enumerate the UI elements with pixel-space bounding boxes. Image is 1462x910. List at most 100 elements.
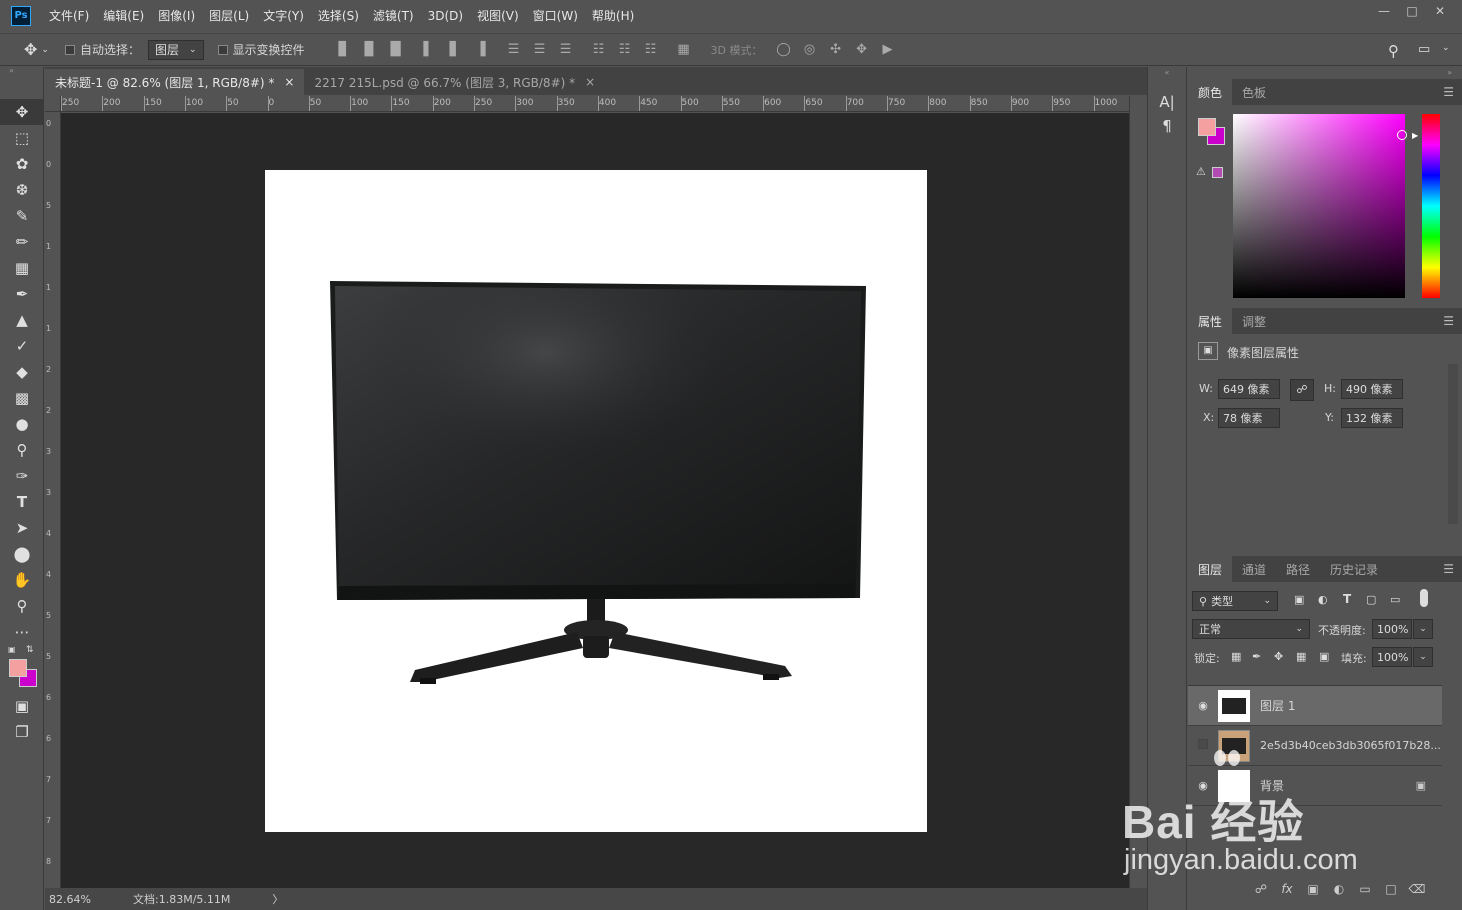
- align-right-icon[interactable]: ▐: [473, 42, 489, 58]
- align-hcenter-icon[interactable]: ▋: [447, 42, 463, 58]
- type-tool-icon[interactable]: T: [0, 489, 44, 515]
- panel-menu-icon[interactable]: ☰: [1443, 85, 1454, 99]
- foreground-color-swatch[interactable]: [1198, 118, 1216, 136]
- ruler-origin[interactable]: [45, 96, 61, 112]
- panel-menu-icon[interactable]: ☰: [1443, 562, 1454, 576]
- layer-row-background[interactable]: ◉ 背景 ▣: [1188, 766, 1442, 806]
- paragraph-panel-icon[interactable]: ¶: [1148, 117, 1186, 135]
- tab-untitled-1[interactable]: 未标题-1 @ 82.6% (图层 1, RGB/8#) * ×: [45, 69, 305, 95]
- frame-tool-icon[interactable]: ▦: [0, 255, 44, 281]
- history-brush-tool-icon[interactable]: ✓: [0, 333, 44, 359]
- new-group-icon[interactable]: ▭: [1352, 882, 1378, 896]
- minimize-icon[interactable]: —: [1370, 2, 1398, 20]
- eye-icon[interactable]: ◉: [1188, 779, 1218, 792]
- menu-help[interactable]: 帮助(H): [592, 7, 634, 24]
- align-top-icon[interactable]: ▊: [336, 42, 352, 58]
- vertical-scrollbar[interactable]: [1129, 96, 1145, 888]
- close-icon[interactable]: ✕: [1426, 2, 1454, 20]
- menu-file[interactable]: 文件(F): [49, 7, 89, 24]
- panel-menu-icon[interactable]: ☰: [1443, 314, 1454, 328]
- workspace-icon[interactable]: ▭: [1418, 42, 1430, 57]
- trash-icon[interactable]: ⌫: [1404, 882, 1430, 896]
- tab-channels[interactable]: 通道: [1232, 556, 1276, 582]
- zoom-level[interactable]: 82.64%: [49, 893, 129, 906]
- menu-view[interactable]: 视图(V): [477, 7, 519, 24]
- distribute-top-icon[interactable]: ☰: [506, 42, 522, 58]
- quick-select-tool-icon[interactable]: ❆: [0, 177, 44, 203]
- move-tool-icon[interactable]: ✥: [24, 40, 37, 59]
- add-mask-icon[interactable]: ▣: [1300, 882, 1326, 896]
- auto-select-dropdown[interactable]: 图层 ⌄: [147, 39, 204, 60]
- close-icon[interactable]: ×: [284, 75, 294, 89]
- crop-tool-icon[interactable]: ✎: [0, 203, 44, 229]
- 3d-pan-icon[interactable]: ✣: [828, 42, 844, 58]
- eye-icon[interactable]: ◉: [1188, 699, 1218, 712]
- more-tools-icon[interactable]: ⋯: [0, 619, 44, 645]
- collapse-icon[interactable]: »: [0, 67, 43, 75]
- y-field[interactable]: 132 像素: [1341, 408, 1403, 428]
- link-layers-icon[interactable]: ☍: [1248, 882, 1274, 896]
- eyedropper-tool-icon[interactable]: ✏: [0, 229, 44, 255]
- foreground-color-swatch[interactable]: [9, 659, 27, 677]
- width-field[interactable]: 649 像素: [1218, 379, 1280, 399]
- show-transform-checkbox[interactable]: [217, 44, 228, 55]
- align-bottom-icon[interactable]: █: [388, 42, 404, 58]
- opacity-field[interactable]: 100%: [1372, 619, 1412, 639]
- filter-toggle[interactable]: [1420, 589, 1428, 607]
- 3d-slide-icon[interactable]: ✥: [854, 42, 870, 58]
- tab-color[interactable]: 颜色: [1188, 79, 1233, 105]
- lock-transparency-icon[interactable]: ▦: [1231, 650, 1241, 663]
- tab-swatches[interactable]: 色板: [1232, 79, 1276, 105]
- filter-adjustment-icon[interactable]: ◐: [1318, 593, 1328, 606]
- distribute-vcenter-icon[interactable]: ☰: [532, 42, 548, 58]
- hand-tool-icon[interactable]: ✋: [0, 567, 44, 593]
- menu-select[interactable]: 选择(S): [318, 7, 359, 24]
- swap-colors-icon[interactable]: ⇅: [26, 645, 34, 655]
- path-select-tool-icon[interactable]: ➤: [0, 515, 44, 541]
- menu-3d[interactable]: 3D(D): [428, 9, 463, 23]
- blend-mode-dropdown[interactable]: 正常 ⌄: [1192, 619, 1310, 639]
- tab-paths[interactable]: 路径: [1276, 556, 1320, 582]
- vertical-ruler[interactable]: 0 0 5 1 1 1 2 2 3 3 4 4 5 5 6 6 7 7 8: [45, 112, 61, 888]
- layer-row-layer-1[interactable]: ◉ 图层 1: [1188, 686, 1442, 726]
- chevron-down-icon[interactable]: ⌄: [1413, 619, 1433, 639]
- auto-select-checkbox[interactable]: [64, 44, 75, 55]
- chevron-down-icon[interactable]: ⌄: [1413, 647, 1433, 667]
- search-icon[interactable]: ⚲: [1388, 42, 1399, 60]
- color-picker-cursor[interactable]: [1397, 130, 1407, 140]
- fill-field[interactable]: 100%: [1372, 647, 1412, 667]
- filter-shape-icon[interactable]: ▢: [1366, 593, 1376, 606]
- ellipse-tool-icon[interactable]: ⬤: [0, 541, 44, 567]
- gamut-warning-icon[interactable]: ⚠: [1196, 165, 1206, 178]
- filter-pixel-icon[interactable]: ▣: [1294, 593, 1304, 606]
- marquee-tool-icon[interactable]: ⬚: [0, 125, 44, 151]
- move-tool-icon[interactable]: ✥: [0, 99, 44, 125]
- align-vcenter-icon[interactable]: ▉: [362, 42, 378, 58]
- menu-type[interactable]: 文字(Y): [263, 7, 304, 24]
- gamut-color-swatch[interactable]: [1212, 167, 1223, 178]
- maximize-icon[interactable]: □: [1398, 2, 1426, 20]
- hue-slider-arrow-icon[interactable]: ▶: [1412, 131, 1418, 140]
- tab-history[interactable]: 历史记录: [1320, 556, 1388, 582]
- gradient-tool-icon[interactable]: ▩: [0, 385, 44, 411]
- new-layer-icon[interactable]: □: [1378, 882, 1404, 896]
- 3d-roll-icon[interactable]: ◎: [802, 42, 818, 58]
- lock-image-icon[interactable]: ✒: [1252, 650, 1261, 663]
- stamp-tool-icon[interactable]: ▲: [0, 307, 44, 333]
- align-left-icon[interactable]: ▌: [421, 42, 437, 58]
- x-field[interactable]: 78 像素: [1218, 408, 1280, 428]
- pen-tool-icon[interactable]: ✑: [0, 463, 44, 489]
- zoom-tool-icon[interactable]: ⚲: [0, 593, 44, 619]
- tab-layers[interactable]: 图层: [1188, 556, 1233, 582]
- lock-position-icon[interactable]: ✥: [1274, 650, 1283, 663]
- collapse-icon[interactable]: «: [1148, 67, 1186, 79]
- lasso-tool-icon[interactable]: ✿: [0, 151, 44, 177]
- dodge-tool-icon[interactable]: ⚲: [0, 437, 44, 463]
- menu-layer[interactable]: 图层(L): [209, 7, 249, 24]
- hue-slider[interactable]: [1422, 114, 1440, 298]
- tab-2217-215l[interactable]: 2217 215L.psd @ 66.7% (图层 3, RGB/8#) * ×: [304, 69, 605, 95]
- distribute-left-icon[interactable]: ☷: [591, 42, 607, 58]
- chevron-down-icon[interactable]: ⌄: [41, 45, 49, 55]
- link-icon[interactable]: ☍: [1290, 379, 1314, 401]
- filter-smart-object-icon[interactable]: ▭: [1390, 593, 1400, 606]
